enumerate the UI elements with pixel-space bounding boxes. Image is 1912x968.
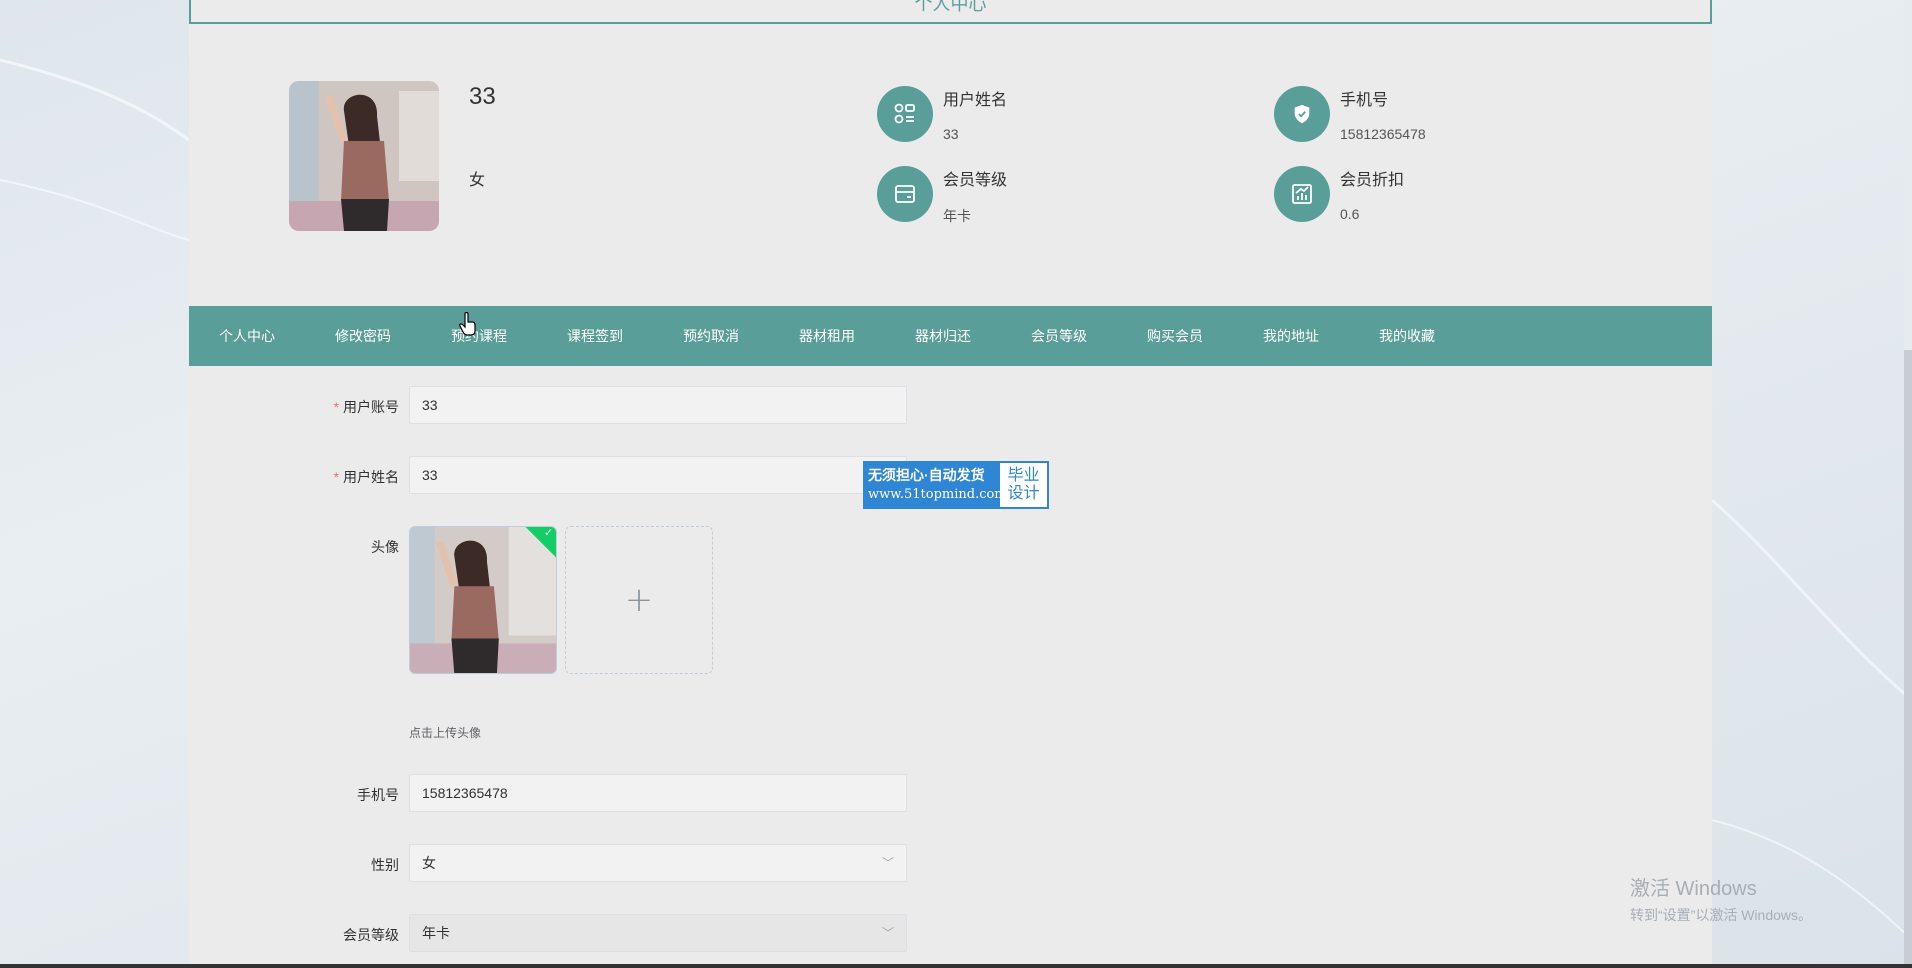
watermark-line1: 无须担心·自动发货 <box>868 467 985 483</box>
nav-item-course-checkin[interactable]: 课程签到 <box>537 326 653 346</box>
name-label: * 用户姓名 <box>189 467 399 487</box>
mouse-cursor-icon <box>459 312 476 336</box>
nav-item-equipment-return[interactable]: 器材归还 <box>885 326 1001 346</box>
page-title: 个人中心 <box>914 0 987 14</box>
sex-select-value: 女 <box>422 855 436 871</box>
watermark-banner[interactable]: 无须担心·自动发货 www.51topmind.com 毕业 设计 <box>863 461 1049 509</box>
account-input[interactable]: 33 <box>409 386 907 424</box>
nav-item-book-course[interactable]: 预约课程 <box>421 326 537 346</box>
required-mark: * <box>333 469 339 485</box>
chevron-down-icon: ﹀ <box>881 856 894 870</box>
scrollbar-thumb[interactable] <box>1904 350 1912 968</box>
check-icon: ✓ <box>544 526 554 539</box>
watermark-text: 无须担心·自动发货 www.51topmind.com <box>864 462 1007 508</box>
activation-subtitle: 转到“设置”以激活 Windows。 <box>1630 907 1813 923</box>
nav-item-profile[interactable]: 个人中心 <box>189 326 305 346</box>
level-select-value: 年卡 <box>422 925 450 941</box>
nav-item-change-password[interactable]: 修改密码 <box>305 326 421 346</box>
info-value: 33 <box>943 126 959 142</box>
upload-tip: 点击上传头像 <box>409 726 482 740</box>
info-label: 用户姓名 <box>943 92 1008 109</box>
watermark-tag: 毕业 设计 <box>1000 463 1047 507</box>
info-member-level: 会员等级 年卡 <box>877 166 1197 226</box>
id-card-icon <box>877 86 933 142</box>
card-icon <box>877 166 933 222</box>
avatar-label: 头像 <box>371 539 399 555</box>
watermark-line2: www.51topmind.com <box>868 487 1007 502</box>
nav-item-cancel-booking[interactable]: 预约取消 <box>653 326 769 346</box>
activation-title: 激活 Windows <box>1630 878 1757 900</box>
avatar-thumbnail[interactable]: ✓ <box>409 526 557 674</box>
shield-icon <box>1274 86 1330 142</box>
watermark-tag2: 设计 <box>1007 485 1040 502</box>
profile-card: 33 女 用户姓名 33 手机号 15812365478 会员等级 年卡 会员折… <box>189 26 1712 286</box>
watermark-tag1: 毕业 <box>1007 467 1040 484</box>
account-label: * 用户账号 <box>189 397 399 417</box>
name-label-text: 用户姓名 <box>343 469 399 485</box>
account-label-text: 用户账号 <box>343 399 399 415</box>
scrollbar[interactable] <box>1904 0 1912 968</box>
chevron-down-icon: ﹀ <box>881 926 894 940</box>
info-label: 会员等级 <box>943 172 1008 189</box>
user-nav-bar: 个人中心 修改密码 预约课程 课程签到 预约取消 器材租用 器材归还 会员等级 … <box>189 306 1712 366</box>
info-value: 0.6 <box>1340 206 1360 222</box>
nav-item-my-address[interactable]: 我的地址 <box>1233 326 1349 346</box>
name-input[interactable]: 33 <box>409 456 907 494</box>
profile-name: 33 <box>469 83 496 110</box>
required-mark: * <box>333 399 339 415</box>
sex-select[interactable]: 女 ﹀ <box>409 844 907 882</box>
info-value: 年卡 <box>943 208 971 224</box>
phone-input[interactable]: 15812365478 <box>409 774 907 812</box>
info-value: 15812365478 <box>1340 126 1426 142</box>
nav-item-buy-membership[interactable]: 购买会员 <box>1117 326 1233 346</box>
info-phone: 手机号 15812365478 <box>1274 86 1594 146</box>
nav-item-member-level[interactable]: 会员等级 <box>1001 326 1117 346</box>
chart-icon <box>1274 166 1330 222</box>
level-label: 会员等级 <box>343 927 399 943</box>
info-label: 手机号 <box>1340 92 1389 109</box>
page-title-box: 个人中心 <box>189 0 1712 24</box>
form-row-avatar: 头像 ✓ + 点击上传头像 <box>189 526 989 756</box>
nav-item-equipment-rent[interactable]: 器材租用 <box>769 326 885 346</box>
taskbar-edge <box>0 964 1912 968</box>
phone-label: 手机号 <box>357 787 399 803</box>
nav-item-my-favorites[interactable]: 我的收藏 <box>1349 326 1465 346</box>
sex-label: 性别 <box>371 857 399 873</box>
profile-sex: 女 <box>469 172 486 189</box>
info-user-name: 用户姓名 33 <box>877 86 1197 146</box>
info-member-discount: 会员折扣 0.6 <box>1274 166 1594 226</box>
windows-activation-notice: 激活 Windows 转到“设置”以激活 Windows。 <box>1630 872 1812 925</box>
level-select[interactable]: 年卡 ﹀ <box>409 914 907 952</box>
upload-add-button[interactable]: + <box>565 526 713 674</box>
avatar <box>289 81 439 231</box>
info-label: 会员折扣 <box>1340 172 1405 189</box>
